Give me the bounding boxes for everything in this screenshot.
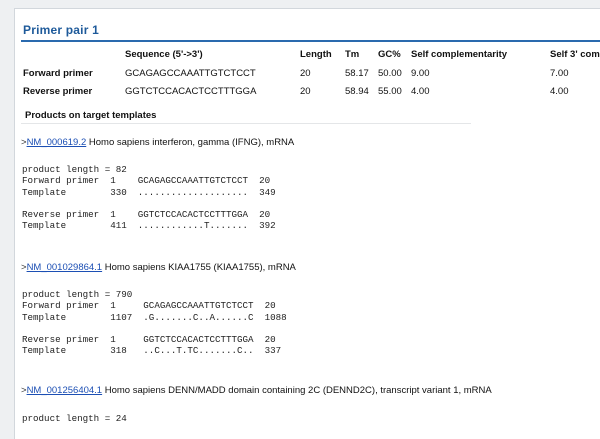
- product-header: >NM_000619.2 Homo sapiens interferon, ga…: [21, 137, 294, 148]
- product-alignment: product length = 790 Forward primer 1 GC…: [22, 289, 287, 357]
- reverse-gc: 55.00: [378, 86, 402, 97]
- forward-sequence: GCAGAGCCAAATTGTCTCCT: [125, 68, 256, 79]
- product-header: >NM_001029864.1 Homo sapiens KIAA1755 (K…: [21, 262, 296, 273]
- reverse-tm: 58.94: [345, 86, 369, 97]
- reverse-self-complementarity: 4.00: [411, 86, 430, 97]
- reverse-length: 20: [300, 86, 311, 97]
- forward-gc: 50.00: [378, 68, 402, 79]
- primer-pair-title: Primer pair 1: [23, 23, 99, 37]
- forward-tm: 58.17: [345, 68, 369, 79]
- col-header-self-complementarity: Self complementarity: [411, 49, 508, 60]
- col-header-tm: Tm: [345, 49, 360, 60]
- accession-link[interactable]: NM_001029864.1: [27, 262, 103, 273]
- col-header-self-3-complementarity: Self 3' comple: [550, 49, 600, 60]
- forward-self-3-complementarity: 7.00: [550, 68, 569, 79]
- products-heading: Products on target templates: [25, 110, 157, 121]
- row-label-forward-primer: Forward primer: [23, 68, 93, 79]
- col-header-gc: GC%: [378, 49, 401, 60]
- primer-pair-panel: Primer pair 1 Sequence (5'->3') Length T…: [14, 8, 600, 439]
- product-header: >NM_001256404.1 Homo sapiens DENN/MADD d…: [21, 385, 492, 396]
- reverse-sequence: GGTCTCCACACTCCTTTGGA: [125, 86, 257, 97]
- forward-length: 20: [300, 68, 311, 79]
- product-alignment: product length = 82 Forward primer 1 GCA…: [22, 164, 276, 232]
- row-label-reverse-primer: Reverse primer: [23, 86, 93, 97]
- product-alignment: product length = 24: [22, 413, 127, 424]
- title-divider: [21, 40, 600, 42]
- products-divider: [21, 123, 471, 124]
- reverse-self-3-complementarity: 4.00: [550, 86, 569, 97]
- product-description: Homo sapiens interferon, gamma (IFNG), m…: [86, 137, 295, 148]
- product-description: Homo sapiens KIAA1755 (KIAA1755), mRNA: [102, 262, 296, 273]
- col-header-length: Length: [300, 49, 332, 60]
- forward-self-complementarity: 9.00: [411, 68, 430, 79]
- accession-link[interactable]: NM_001256404.1: [27, 385, 103, 396]
- col-header-sequence: Sequence (5'->3'): [125, 49, 203, 60]
- product-description: Homo sapiens DENN/MADD domain containing…: [102, 385, 492, 396]
- accession-link[interactable]: NM_000619.2: [27, 137, 87, 148]
